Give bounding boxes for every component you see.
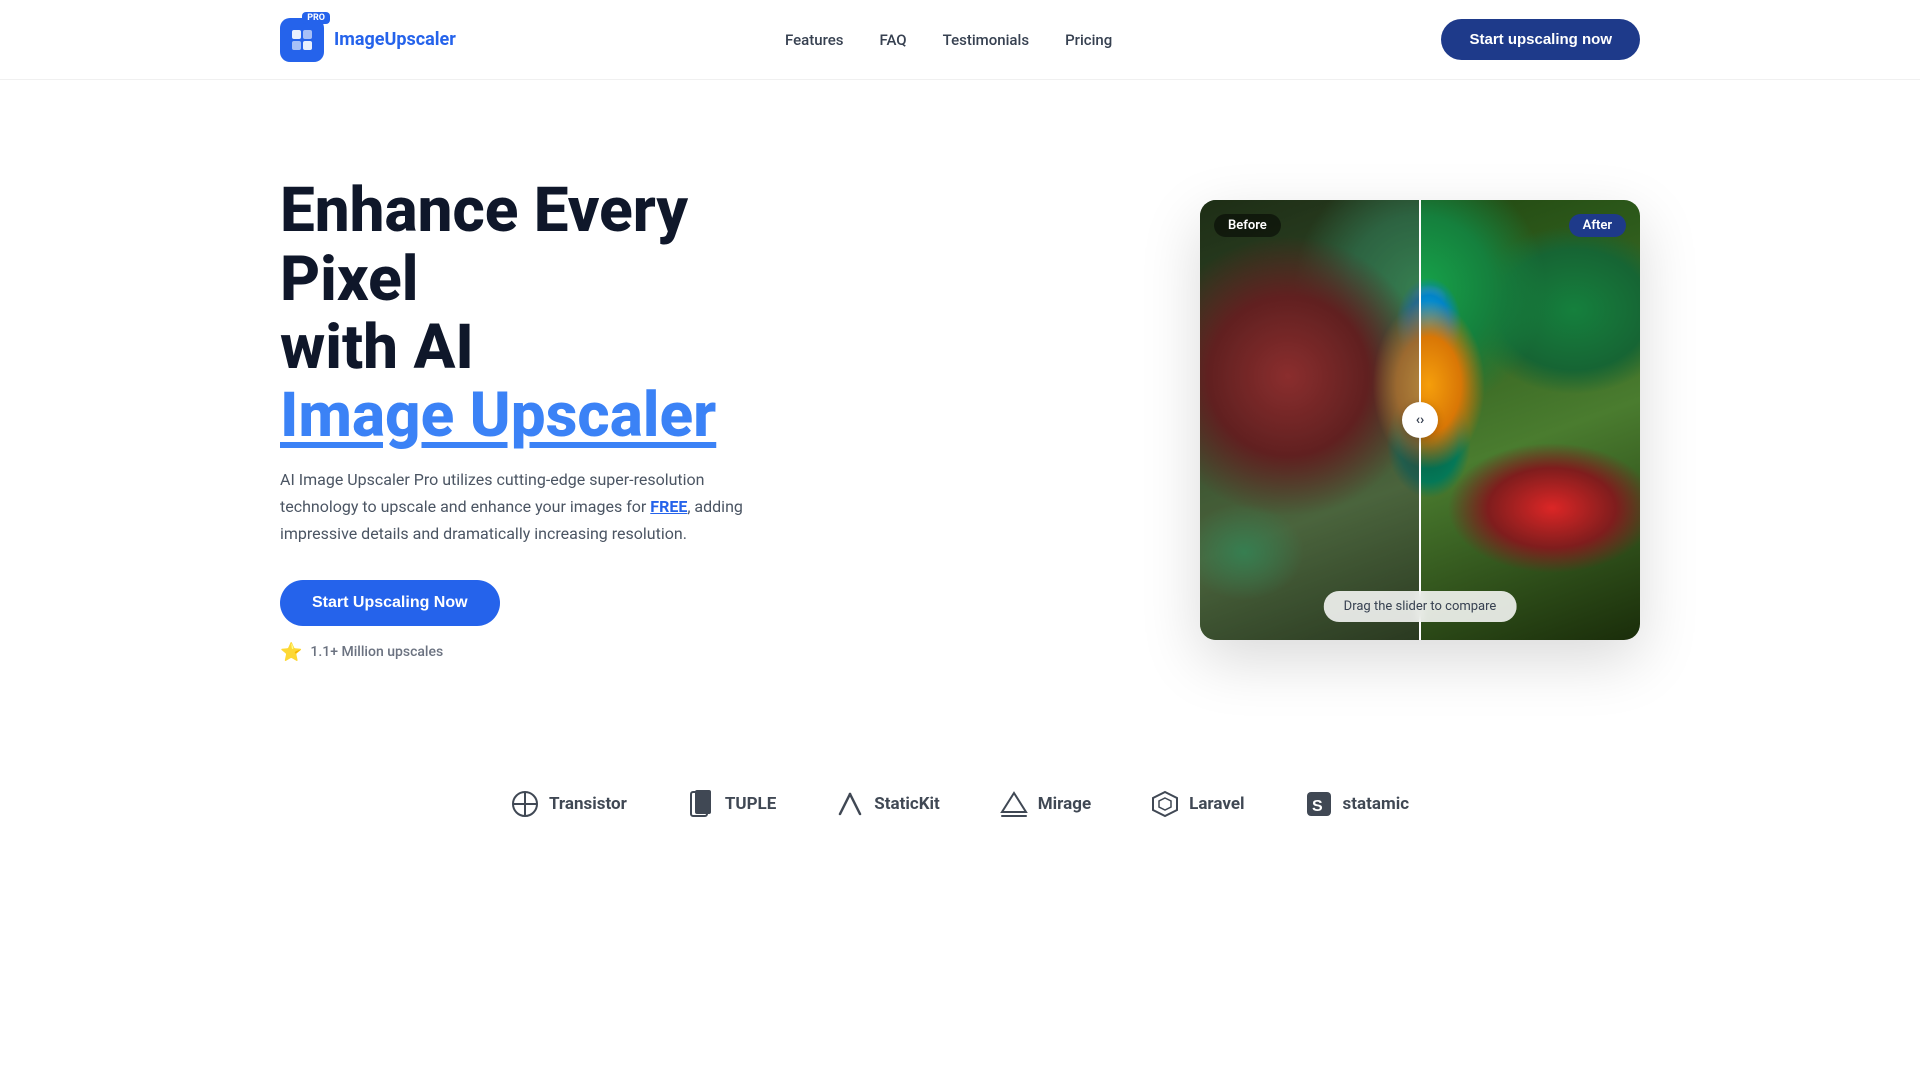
start-upscaling-hero-button[interactable]: Start Upscaling Now xyxy=(280,580,500,626)
stat-count: 1.1+ Million upscales xyxy=(310,644,443,660)
hero-left: Enhance Every Pixel with AI Image Upscal… xyxy=(280,177,840,662)
transistor-icon xyxy=(511,790,539,818)
hero-section: Enhance Every Pixel with AI Image Upscal… xyxy=(0,80,1920,760)
brand-laravel-label: Laravel xyxy=(1189,794,1244,814)
navbar: PRO ImageUpscaler Features FAQ Testimoni… xyxy=(0,0,1920,80)
star-icon: ⭐ xyxy=(280,642,302,663)
nav-faq[interactable]: FAQ xyxy=(880,31,907,49)
comparison-widget[interactable]: ‹› Before After Drag the slider to compa… xyxy=(1200,200,1640,640)
before-badge: Before xyxy=(1214,214,1281,237)
drag-hint: Drag the slider to compare xyxy=(1324,591,1517,622)
pro-badge: PRO xyxy=(302,12,330,24)
free-badge[interactable]: FREE xyxy=(650,497,687,516)
bottom-spacer xyxy=(0,868,1920,928)
hero-title-colored: Image Upscaler xyxy=(280,382,840,450)
compare-handle[interactable]: ‹› xyxy=(1402,402,1438,438)
brand-mirage-label: Mirage xyxy=(1038,794,1091,814)
hero-stat: ⭐ 1.1+ Million upscales xyxy=(280,642,840,663)
statamic-icon: S xyxy=(1305,790,1333,818)
logo-icon: PRO xyxy=(280,18,324,62)
brand-statamic[interactable]: S statamic xyxy=(1305,790,1410,818)
start-upscaling-header-button[interactable]: Start upscaling now xyxy=(1441,19,1640,60)
logo[interactable]: PRO ImageUpscaler xyxy=(280,18,456,62)
brand-laravel[interactable]: Laravel xyxy=(1151,790,1244,818)
hero-title: Enhance Every Pixel with AI Image Upscal… xyxy=(280,177,840,450)
nav-pricing[interactable]: Pricing xyxy=(1065,31,1112,49)
nav-links: Features FAQ Testimonials Pricing xyxy=(785,31,1112,49)
brand-statamic-label: statamic xyxy=(1343,794,1410,814)
mirage-icon xyxy=(1000,790,1028,818)
after-badge: After xyxy=(1569,214,1626,237)
brand-statickit-label: StaticKit xyxy=(874,794,940,814)
nav-features[interactable]: Features xyxy=(785,31,843,49)
brands-section: Transistor TUPLE StaticKit Mirag xyxy=(0,760,1920,868)
logo-text: ImageUpscaler xyxy=(334,29,456,50)
nav-testimonials[interactable]: Testimonials xyxy=(943,31,1029,49)
laravel-icon xyxy=(1151,790,1179,818)
brand-statickit[interactable]: StaticKit xyxy=(836,790,940,818)
brand-mirage[interactable]: Mirage xyxy=(1000,790,1091,818)
svg-text:S: S xyxy=(1312,798,1323,815)
tuple-icon xyxy=(687,790,715,818)
statickit-icon xyxy=(836,790,864,818)
brand-transistor-label: Transistor xyxy=(549,794,627,814)
brand-tuple-label: TUPLE xyxy=(725,794,776,814)
brand-transistor[interactable]: Transistor xyxy=(511,790,627,818)
hero-description: AI Image Upscaler Pro utilizes cutting-e… xyxy=(280,466,780,548)
brand-tuple[interactable]: TUPLE xyxy=(687,790,776,818)
